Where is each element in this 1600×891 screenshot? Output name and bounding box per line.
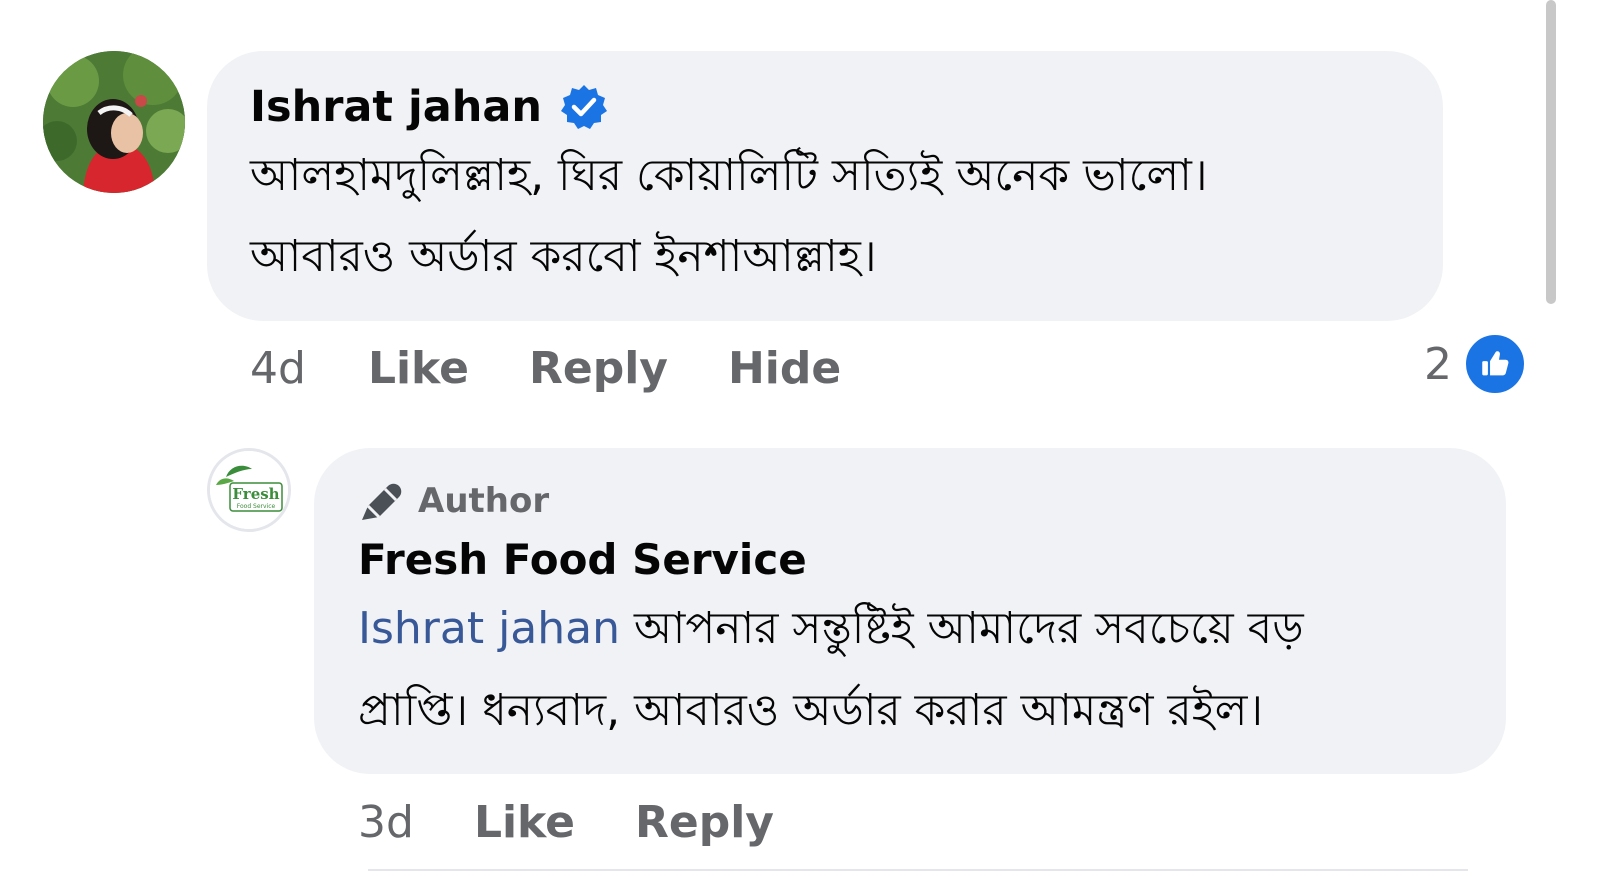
like-button[interactable]: Like — [368, 343, 469, 394]
comment-timestamp[interactable]: 4d — [250, 343, 306, 394]
user-avatar[interactable] — [43, 51, 185, 193]
reply-text-line-2: প্রাপ্তি। ধন্যবাদ, আবারও অর্ডার করার আমন… — [358, 685, 1264, 736]
reply-button[interactable]: Reply — [529, 343, 668, 394]
reply-actions: 3d Like Reply — [358, 794, 834, 850]
author-badge: Author — [358, 476, 549, 526]
comment-actions: 4d Like Reply Hide — [250, 340, 901, 396]
divider — [368, 869, 1468, 871]
page-avatar[interactable]: Fresh Food Service — [207, 448, 291, 532]
author-badge-label: Author — [418, 481, 550, 521]
verified-badge-icon — [560, 83, 608, 131]
scrollbar[interactable] — [1546, 0, 1556, 304]
reply-text-part-1: আপনার সন্তুষ্টিই আমাদের সবচেয়ে বড় — [634, 603, 1304, 654]
reply-text-line-1: Ishrat jahan আপনার সন্তুষ্টিই আমাদের সবচে… — [358, 598, 1304, 660]
reply-like-button[interactable]: Like — [474, 797, 575, 848]
mention-link[interactable]: Ishrat jahan — [358, 603, 620, 654]
reaction-count: 2 — [1424, 338, 1452, 390]
hide-button[interactable]: Hide — [728, 343, 841, 394]
thumbs-up-icon — [1464, 333, 1526, 395]
reaction-summary[interactable]: 2 — [1424, 333, 1526, 395]
logo-text: Fresh — [232, 485, 279, 503]
comment-author[interactable]: Ishrat jahan — [250, 80, 608, 134]
logo-subtext: Food Service — [237, 503, 276, 510]
comment-text-line-1: আলহামদুলিল্লাহ, ঘির কোয়ালিটি সত্যিই অনে… — [250, 150, 1208, 201]
reply-timestamp[interactable]: 3d — [358, 797, 414, 848]
reply-author-name[interactable]: Fresh Food Service — [358, 532, 807, 588]
comment-author-name[interactable]: Ishrat jahan — [250, 80, 542, 134]
comment-text-line-2: আবারও অর্ডার করবো ইনশাআল্লাহ। — [250, 231, 877, 282]
reply-reply-button[interactable]: Reply — [635, 797, 774, 848]
pen-icon — [358, 478, 404, 524]
comment-thread: Ishrat jahan আলহামদুলিল্লাহ, ঘির কোয়ালি… — [0, 0, 1600, 891]
